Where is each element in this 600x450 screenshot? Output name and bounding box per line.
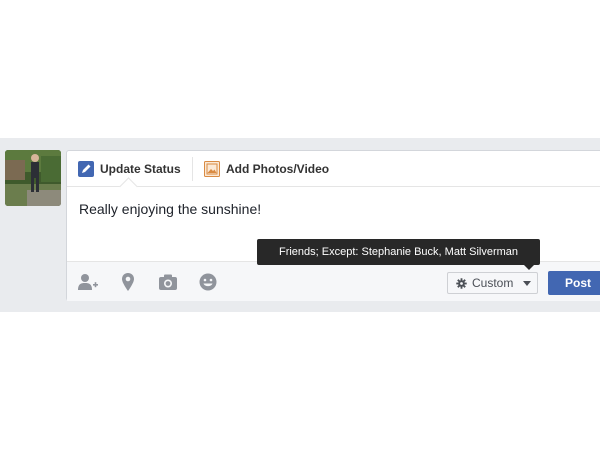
tab-update-status-label: Update Status xyxy=(100,162,181,176)
privacy-selector-button[interactable]: Custom xyxy=(447,272,538,294)
pencil-icon xyxy=(78,161,94,177)
tab-divider xyxy=(192,157,193,181)
tab-update-status[interactable]: Update Status xyxy=(78,159,181,179)
chevron-down-icon xyxy=(523,280,532,286)
composer-footer: Custom Post xyxy=(67,261,600,301)
privacy-tooltip: Friends; Except: Stephanie Buck, Matt Si… xyxy=(257,239,540,265)
post-button[interactable]: Post xyxy=(548,271,600,295)
gear-icon xyxy=(456,277,467,289)
feeling-smiley-icon[interactable] xyxy=(197,272,219,292)
photo-icon xyxy=(204,161,220,177)
tag-friends-icon[interactable] xyxy=(77,272,99,292)
avatar[interactable] xyxy=(5,150,61,206)
camera-icon[interactable] xyxy=(157,272,179,292)
tooltip-arrow xyxy=(524,265,534,270)
tab-add-photos-video-label: Add Photos/Video xyxy=(226,162,330,176)
composer-tabs: Update Status Add Photos/Video xyxy=(67,151,600,187)
status-text-input[interactable]: Really enjoying the sunshine! xyxy=(79,201,261,217)
location-pin-icon[interactable] xyxy=(117,272,139,292)
privacy-label: Custom xyxy=(472,276,514,290)
status-composer: Update Status Add Photos/Video Really en… xyxy=(66,150,600,301)
avatar-photo xyxy=(5,150,61,206)
tab-add-photos-video[interactable]: Add Photos/Video xyxy=(204,159,329,179)
